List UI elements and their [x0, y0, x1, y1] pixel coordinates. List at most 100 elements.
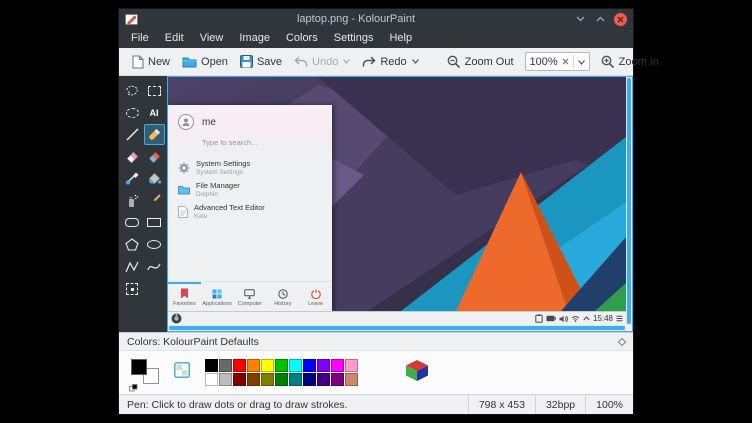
palette-color[interactable]: [233, 373, 246, 386]
taskbar-clock[interactable]: 15:48: [593, 314, 613, 323]
tool-rounded-rectangle[interactable]: [122, 212, 143, 233]
canvas[interactable]: me Type to search... System Settings Sys…: [168, 77, 626, 325]
menu-file[interactable]: File: [123, 29, 157, 48]
palette-color[interactable]: [289, 359, 302, 372]
tool-ellipse[interactable]: [144, 234, 165, 255]
palette-color[interactable]: [219, 359, 232, 372]
tool-rectangle[interactable]: [144, 212, 165, 233]
launcher-tab-applications[interactable]: Applications: [201, 282, 234, 311]
tool-polygon[interactable]: [122, 234, 143, 255]
launcher-tab-computer[interactable]: Computer: [234, 282, 267, 311]
transparent-color-button[interactable]: [174, 362, 190, 383]
redo-dropdown-arrow[interactable]: [412, 59, 419, 64]
tool-elliptical-selection[interactable]: [122, 102, 143, 123]
clipboard-tray-icon[interactable]: [535, 314, 543, 323]
save-button[interactable]: Save: [235, 52, 287, 71]
tool-line[interactable]: [122, 124, 143, 145]
palette-color[interactable]: [275, 359, 288, 372]
menu-view[interactable]: View: [192, 29, 232, 48]
network-tray-icon[interactable]: [571, 315, 580, 322]
redo-button[interactable]: Redo: [357, 53, 423, 71]
zoom-in-button[interactable]: Zoom In: [596, 52, 664, 72]
zoom-level-combobox[interactable]: 100%: [525, 52, 590, 71]
zoom-dropdown-arrow[interactable]: [578, 56, 585, 68]
tool-eraser[interactable]: [122, 146, 143, 167]
tool-spraycan[interactable]: [122, 190, 143, 211]
palette-color[interactable]: [219, 373, 232, 386]
tool-flood-fill[interactable]: [144, 168, 165, 189]
menu-settings[interactable]: Settings: [326, 29, 382, 48]
palette-color[interactable]: [261, 359, 274, 372]
palette-color[interactable]: [303, 359, 316, 372]
panel-menu-icon[interactable]: [616, 315, 623, 322]
tool-zoom[interactable]: [122, 278, 143, 299]
swap-colors-icon[interactable]: [129, 379, 138, 387]
undo-dropdown-arrow[interactable]: [343, 59, 350, 64]
menu-help[interactable]: Help: [381, 29, 420, 48]
launcher-tab-history[interactable]: History: [266, 282, 299, 311]
palette-color[interactable]: [345, 373, 358, 386]
foreground-background-color-selector[interactable]: [129, 359, 159, 387]
palette-color[interactable]: [317, 359, 330, 372]
horizontal-scrollbar[interactable]: [168, 325, 626, 331]
vertical-scrollbar-handle[interactable]: [627, 78, 631, 324]
zoom-in-icon: [601, 55, 615, 69]
tool-rectangular-selection[interactable]: [144, 80, 165, 101]
palette-color[interactable]: [247, 359, 260, 372]
kickoff-launcher-icon[interactable]: [171, 313, 182, 324]
rectangular-selection-icon: [148, 86, 161, 96]
tool-connected-lines[interactable]: [122, 256, 143, 277]
volume-tray-icon[interactable]: [559, 315, 568, 323]
tool-color-eraser[interactable]: [144, 146, 165, 167]
launcher-tab-favorites[interactable]: Favorites: [168, 282, 201, 311]
menu-edit[interactable]: Edit: [157, 29, 192, 48]
zoom-out-button[interactable]: Zoom Out: [442, 52, 519, 72]
tool-curve[interactable]: [144, 256, 165, 277]
menu-colors[interactable]: Colors: [278, 29, 326, 48]
palette-color[interactable]: [261, 373, 274, 386]
tool-brush[interactable]: [144, 190, 165, 211]
color-similarity-cube-button[interactable]: [405, 359, 429, 387]
palette-color[interactable]: [275, 373, 288, 386]
clear-zoom-icon[interactable]: [562, 56, 569, 68]
menu-image[interactable]: Image: [231, 29, 278, 48]
tray-expand-arrow-icon[interactable]: [583, 316, 590, 321]
palette-color[interactable]: [289, 373, 302, 386]
tool-free-form-selection[interactable]: [122, 80, 143, 101]
close-button[interactable]: [614, 13, 627, 26]
palette-color[interactable]: [345, 359, 358, 372]
new-document-icon: [132, 55, 144, 69]
launcher-item-system-settings[interactable]: System Settings System Settings: [168, 157, 332, 179]
vertical-scrollbar[interactable]: [626, 77, 632, 325]
palette-color[interactable]: [205, 359, 218, 372]
palette-color[interactable]: [233, 359, 246, 372]
horizontal-scrollbar-handle[interactable]: [169, 326, 625, 330]
tool-text[interactable]: AI: [144, 102, 165, 123]
colors-panel-header[interactable]: Colors: KolourPaint Defaults: [119, 333, 633, 350]
launcher-item-file-manager[interactable]: File Manager Dolphin: [168, 179, 332, 201]
palette-color[interactable]: [247, 373, 260, 386]
launcher-search-hint[interactable]: Type to search...: [202, 138, 322, 147]
palette-color[interactable]: [331, 359, 344, 372]
file-manager-icon: [178, 185, 190, 195]
maximize-button[interactable]: [594, 13, 607, 26]
titlebar[interactable]: laptop.png - KolourPaint: [119, 9, 633, 29]
battery-tray-icon[interactable]: [546, 315, 556, 322]
minimize-button[interactable]: [574, 13, 587, 26]
image-taskbar: 15:48: [168, 311, 626, 325]
launcher-tab-leave[interactable]: Leave: [299, 282, 332, 311]
tool-pen[interactable]: [144, 124, 165, 145]
palette-color[interactable]: [205, 373, 218, 386]
open-button[interactable]: Open: [177, 53, 233, 71]
palette-color[interactable]: [303, 373, 316, 386]
status-message: Pen: Click to draw dots or drag to draw …: [127, 399, 348, 411]
palette-color[interactable]: [317, 373, 330, 386]
tool-color-picker[interactable]: [122, 168, 143, 189]
foreground-color-swatch[interactable]: [131, 359, 147, 375]
palette-color[interactable]: [331, 373, 344, 386]
colors-panel-float-icon[interactable]: [618, 337, 626, 345]
launcher-item-text-editor[interactable]: Advanced Text Editor Kate: [168, 201, 332, 223]
undo-button[interactable]: Undo: [289, 53, 355, 71]
launcher-item-sublabel: System Settings: [196, 169, 250, 176]
new-button[interactable]: New: [127, 52, 175, 72]
